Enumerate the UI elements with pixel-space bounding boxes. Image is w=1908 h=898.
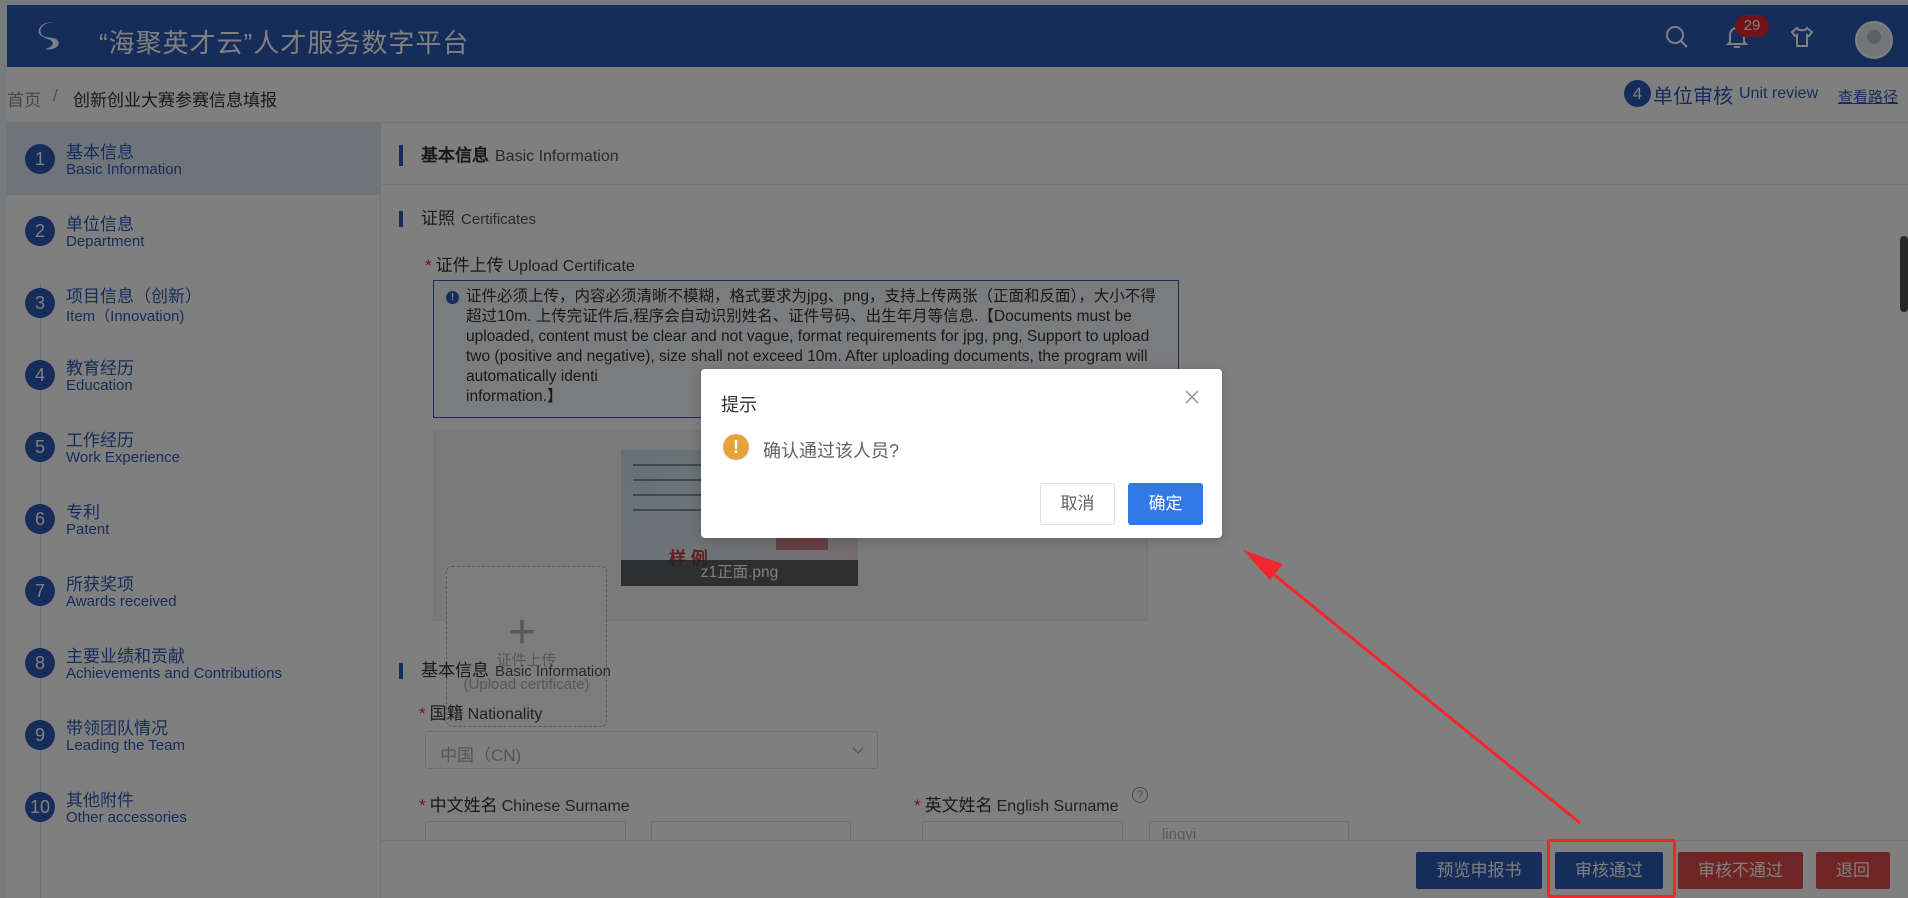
- confirm-dialog: 提示 ! 确认通过该人员? 取消 确定: [701, 369, 1222, 538]
- cancel-button[interactable]: 取消: [1040, 483, 1115, 525]
- close-icon[interactable]: [1184, 389, 1200, 405]
- dialog-title: 提示: [721, 395, 757, 415]
- warning-icon: !: [723, 434, 749, 460]
- dialog-message: 确认通过该人员?: [763, 441, 900, 461]
- app-root: “海聚英才云”人才服务数字平台 29 首页 / 创新创业大赛参赛信息填报 4 单…: [0, 0, 1908, 898]
- annotation-highlight-box: [1547, 839, 1676, 898]
- confirm-button[interactable]: 确定: [1128, 483, 1203, 525]
